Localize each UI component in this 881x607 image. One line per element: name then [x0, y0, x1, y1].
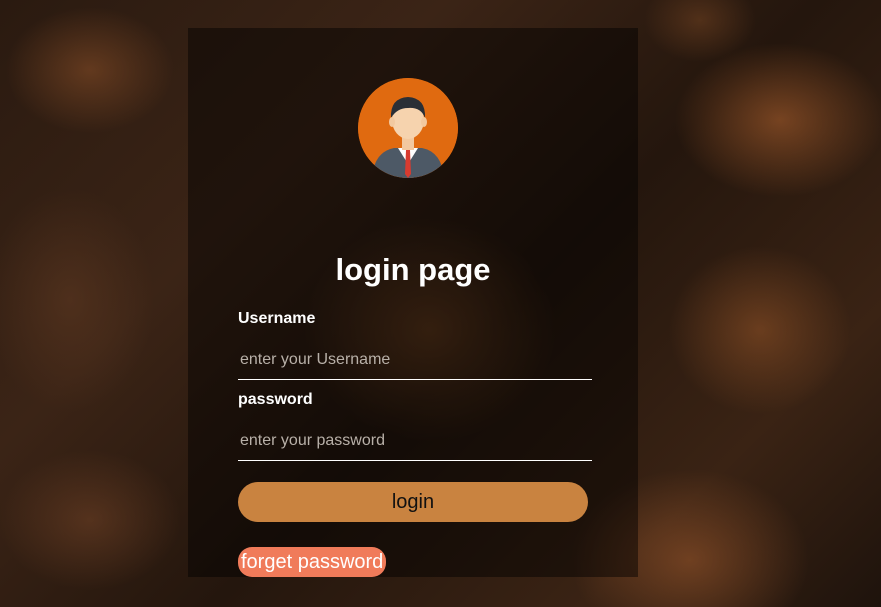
user-avatar-icon [358, 78, 458, 178]
password-label: password [238, 391, 313, 408]
page-title: login page [335, 252, 491, 287]
login-button[interactable]: login [238, 482, 588, 522]
username-input[interactable] [238, 340, 592, 380]
forget-password-link[interactable]: forget password [238, 547, 387, 577]
password-input[interactable] [238, 421, 592, 461]
username-label: Username [238, 310, 316, 327]
